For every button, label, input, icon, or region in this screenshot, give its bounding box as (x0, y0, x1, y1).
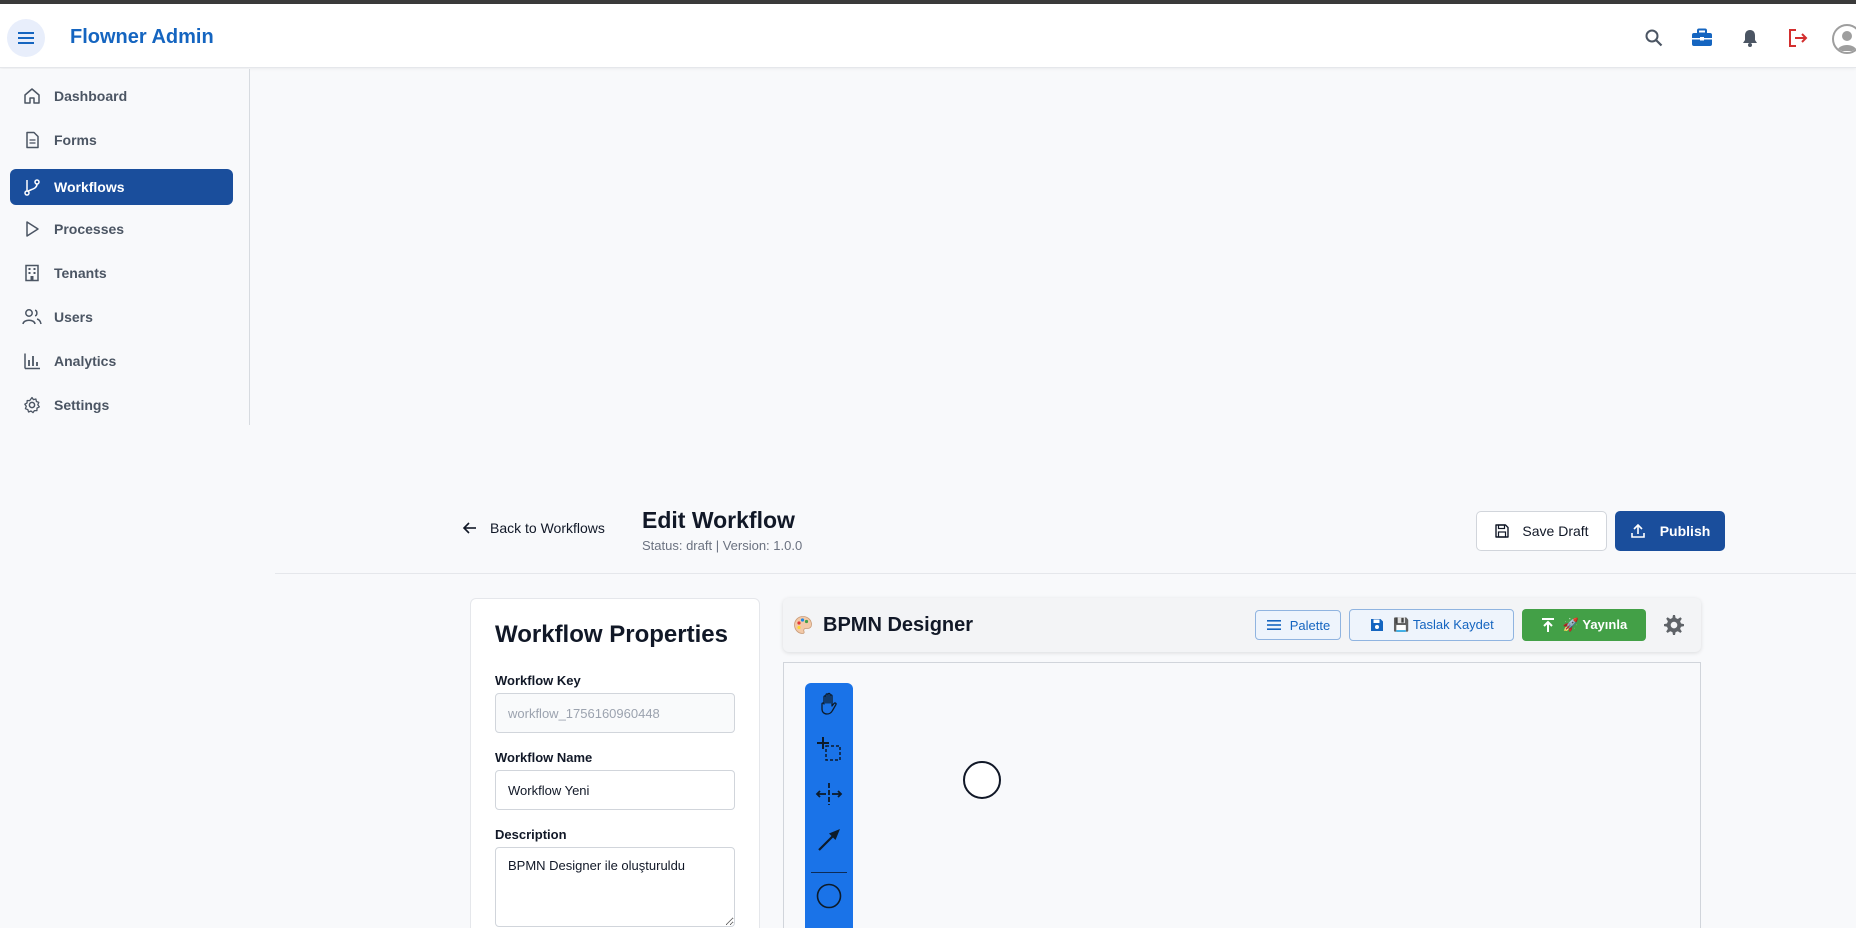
avatar[interactable] (1832, 24, 1856, 54)
hand-tool[interactable] (814, 689, 844, 719)
bpmn-designer-toolbar: BPMN Designer Palette 💾 Taslak Kaydet 🚀 … (783, 598, 1701, 652)
save-draft-button[interactable]: Save Draft (1476, 511, 1607, 551)
workflow-properties-card: Workflow Properties Workflow Key Workflo… (470, 598, 760, 928)
upload-icon (1630, 523, 1645, 538)
sidebar-item-label: Dashboard (54, 88, 128, 104)
designer-settings-button[interactable] (1661, 613, 1685, 637)
home-icon (22, 86, 42, 106)
app-title[interactable]: Flowner Admin (70, 26, 214, 49)
logout-icon (1789, 29, 1808, 47)
search-icon (1645, 29, 1663, 47)
hand-tool-icon (821, 692, 837, 715)
back-label: Back to Workflows (490, 520, 605, 536)
publish-button[interactable]: Publish (1615, 511, 1725, 551)
connect-tool-icon (818, 829, 840, 851)
sidebar-item-processes[interactable]: Processes (10, 211, 233, 247)
designer-title: BPMN Designer (823, 614, 974, 636)
yayinla-label: 🚀 Yayınla (1562, 617, 1628, 632)
workflow-name-input[interactable] (495, 770, 735, 810)
lasso-tool[interactable] (814, 734, 844, 764)
menu-lines-icon (1266, 620, 1281, 630)
sidebar-item-dashboard[interactable]: Dashboard (10, 78, 233, 114)
description-textarea[interactable]: BPMN Designer ile oluşturuldu (495, 847, 735, 927)
palette-button[interactable]: Palette (1255, 610, 1341, 640)
sidebar-item-label: Tenants (54, 265, 107, 281)
gear-icon (22, 395, 42, 415)
global-connect-tool[interactable] (814, 825, 844, 855)
bpmn-canvas[interactable] (783, 662, 1701, 928)
workflow-name-label: Workflow Name (495, 750, 593, 765)
lasso-tool-icon (817, 737, 841, 761)
git-branch-icon (22, 177, 42, 197)
tool-separator (811, 872, 847, 873)
search-button[interactable] (1642, 26, 1666, 50)
taslak-kaydet-button[interactable]: 💾 Taslak Kaydet (1349, 609, 1514, 641)
sidebar-item-workflows[interactable]: Workflows (10, 169, 233, 205)
taslak-kaydet-label: 💾 Taslak Kaydet (1393, 617, 1494, 632)
properties-title: Workflow Properties (495, 621, 728, 648)
save-draft-label: Save Draft (1522, 523, 1589, 539)
publish-icon (1541, 618, 1554, 632)
sidebar-item-analytics[interactable]: Analytics (10, 343, 233, 379)
avatar-icon (1837, 31, 1856, 51)
start-event-tool[interactable] (814, 881, 844, 911)
space-tool-icon (815, 783, 843, 805)
yayinla-button[interactable]: 🚀 Yayınla (1522, 609, 1646, 641)
bar-chart-icon (22, 351, 42, 371)
sidebar-item-label: Forms (54, 132, 97, 148)
app-bar: Flowner Admin (0, 4, 1856, 68)
arrow-left-icon (462, 522, 476, 534)
gear-icon (1664, 615, 1684, 635)
publish-label: Publish (1659, 523, 1711, 539)
sidebar-item-users[interactable]: Users (10, 299, 233, 335)
workflow-key-label: Workflow Key (495, 673, 581, 688)
sidebar-item-forms[interactable]: Forms (10, 122, 233, 158)
sidebar-item-label: Settings (54, 397, 110, 413)
sidebar-item-tenants[interactable]: Tenants (10, 255, 233, 291)
sidebar-item-settings[interactable]: Settings (10, 387, 233, 423)
play-icon (22, 219, 42, 239)
sidebar: Dashboard Forms Workflows Processes Tena… (0, 69, 250, 425)
palette-label: Palette (1289, 617, 1331, 633)
workspace-button[interactable] (1690, 26, 1714, 50)
logout-button[interactable] (1786, 26, 1810, 50)
description-label: Description (495, 827, 567, 842)
save-icon (1371, 619, 1384, 631)
sidebar-item-label: Users (54, 309, 93, 325)
sidebar-item-label: Workflows (54, 179, 125, 195)
menu-button[interactable] (7, 19, 45, 57)
notifications-button[interactable] (1738, 26, 1762, 50)
save-icon (1495, 524, 1510, 538)
building-icon (22, 263, 42, 283)
hamburger-icon (18, 32, 34, 44)
sidebar-item-label: Processes (54, 221, 125, 237)
sidebar-item-label: Analytics (54, 353, 117, 369)
bell-icon (1743, 30, 1757, 47)
briefcase-icon (1692, 28, 1712, 46)
start-event-tool-icon (816, 883, 842, 909)
start-event-shape[interactable] (963, 761, 1001, 799)
bpmn-tool-palette (805, 683, 853, 928)
users-icon (22, 307, 42, 327)
back-to-workflows-link[interactable]: Back to Workflows (462, 520, 605, 536)
space-tool[interactable] (814, 779, 844, 809)
page-title: Edit Workflow (642, 507, 795, 533)
document-icon (22, 130, 42, 150)
palette-emoji-icon (794, 616, 812, 634)
status-version-text: Status: draft | Version: 1.0.0 (642, 538, 803, 553)
workflow-key-input[interactable] (495, 693, 735, 733)
